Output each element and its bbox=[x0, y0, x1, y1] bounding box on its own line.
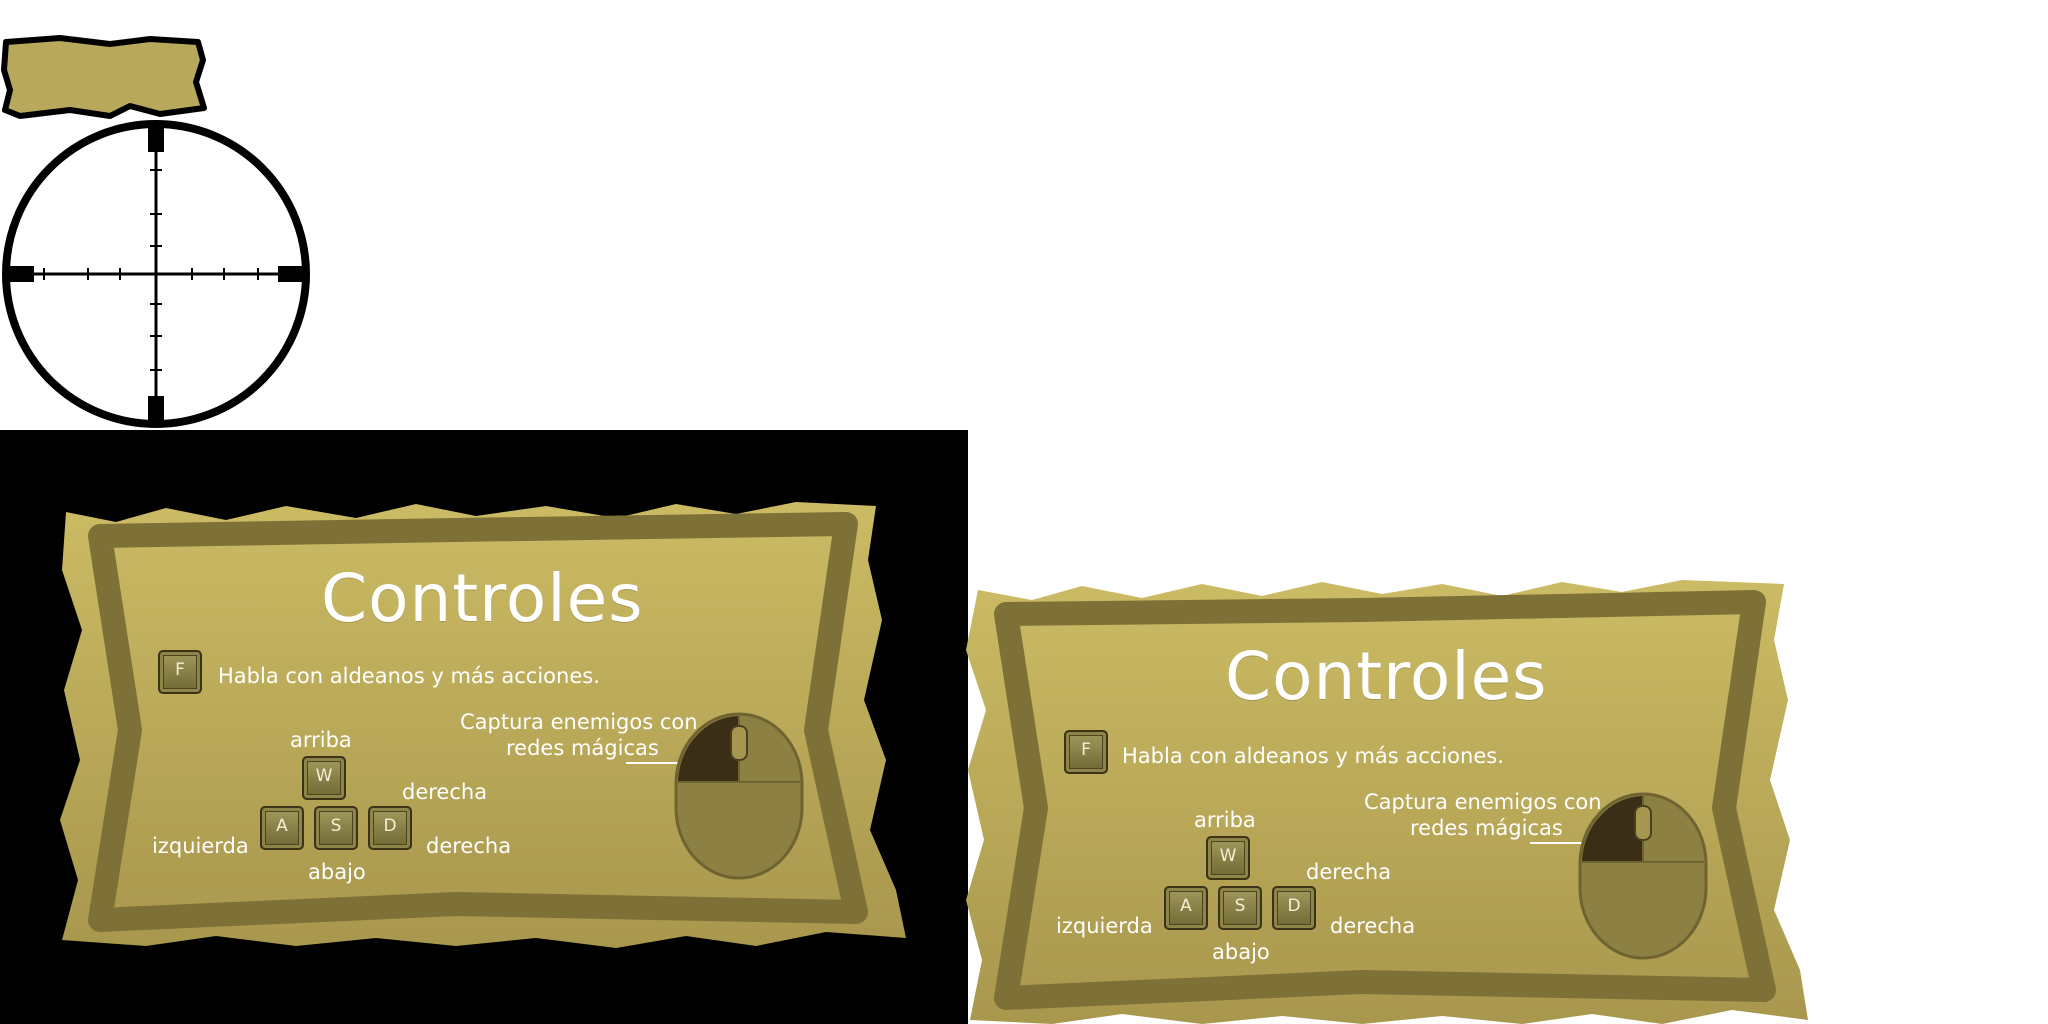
right-top-label: derecha bbox=[402, 780, 488, 804]
up-label: arriba bbox=[1194, 808, 1256, 832]
f-key-icon: F bbox=[158, 650, 202, 694]
a-key-icon: A bbox=[260, 806, 304, 850]
crosshair-icon bbox=[2, 120, 310, 428]
left-label: izquierda bbox=[152, 834, 249, 858]
down-label: abajo bbox=[1212, 940, 1270, 964]
right-bottom-label: derecha bbox=[426, 834, 512, 858]
mouse-action-line2: redes mágicas bbox=[506, 736, 659, 760]
d-key-icon: D bbox=[368, 806, 412, 850]
sign-plank-icon bbox=[1, 35, 207, 119]
mouse-action-line1: Captura enemigos con bbox=[1364, 790, 1602, 814]
controls-panel-left: Controles F Habla con aldeanos y más acc… bbox=[56, 500, 916, 950]
s-key-icon: S bbox=[1218, 886, 1262, 930]
d-key-icon: D bbox=[1272, 886, 1316, 930]
mouse-icon bbox=[1578, 792, 1708, 960]
w-key-icon: W bbox=[302, 756, 346, 800]
right-top-label: derecha bbox=[1306, 860, 1392, 884]
a-key-icon: A bbox=[1164, 886, 1208, 930]
f-key-icon: F bbox=[1064, 730, 1108, 774]
mouse-action-line1: Captura enemigos con bbox=[460, 710, 698, 734]
left-label: izquierda bbox=[1056, 914, 1153, 938]
page-title: Controles bbox=[1225, 638, 1548, 715]
controls-panel-right: Controles F Habla con aldeanos y más acc… bbox=[962, 580, 1822, 1024]
right-bottom-label: derecha bbox=[1330, 914, 1416, 938]
down-label: abajo bbox=[308, 860, 366, 884]
mouse-action-line2: redes mágicas bbox=[1410, 816, 1563, 840]
w-key-icon: W bbox=[1206, 836, 1250, 880]
up-label: arriba bbox=[290, 728, 352, 752]
mouse-icon bbox=[674, 712, 804, 880]
s-key-icon: S bbox=[314, 806, 358, 850]
f-action-label: Habla con aldeanos y más acciones. bbox=[1122, 744, 1504, 768]
page-title: Controles bbox=[321, 560, 644, 637]
f-action-label: Habla con aldeanos y más acciones. bbox=[218, 664, 600, 688]
